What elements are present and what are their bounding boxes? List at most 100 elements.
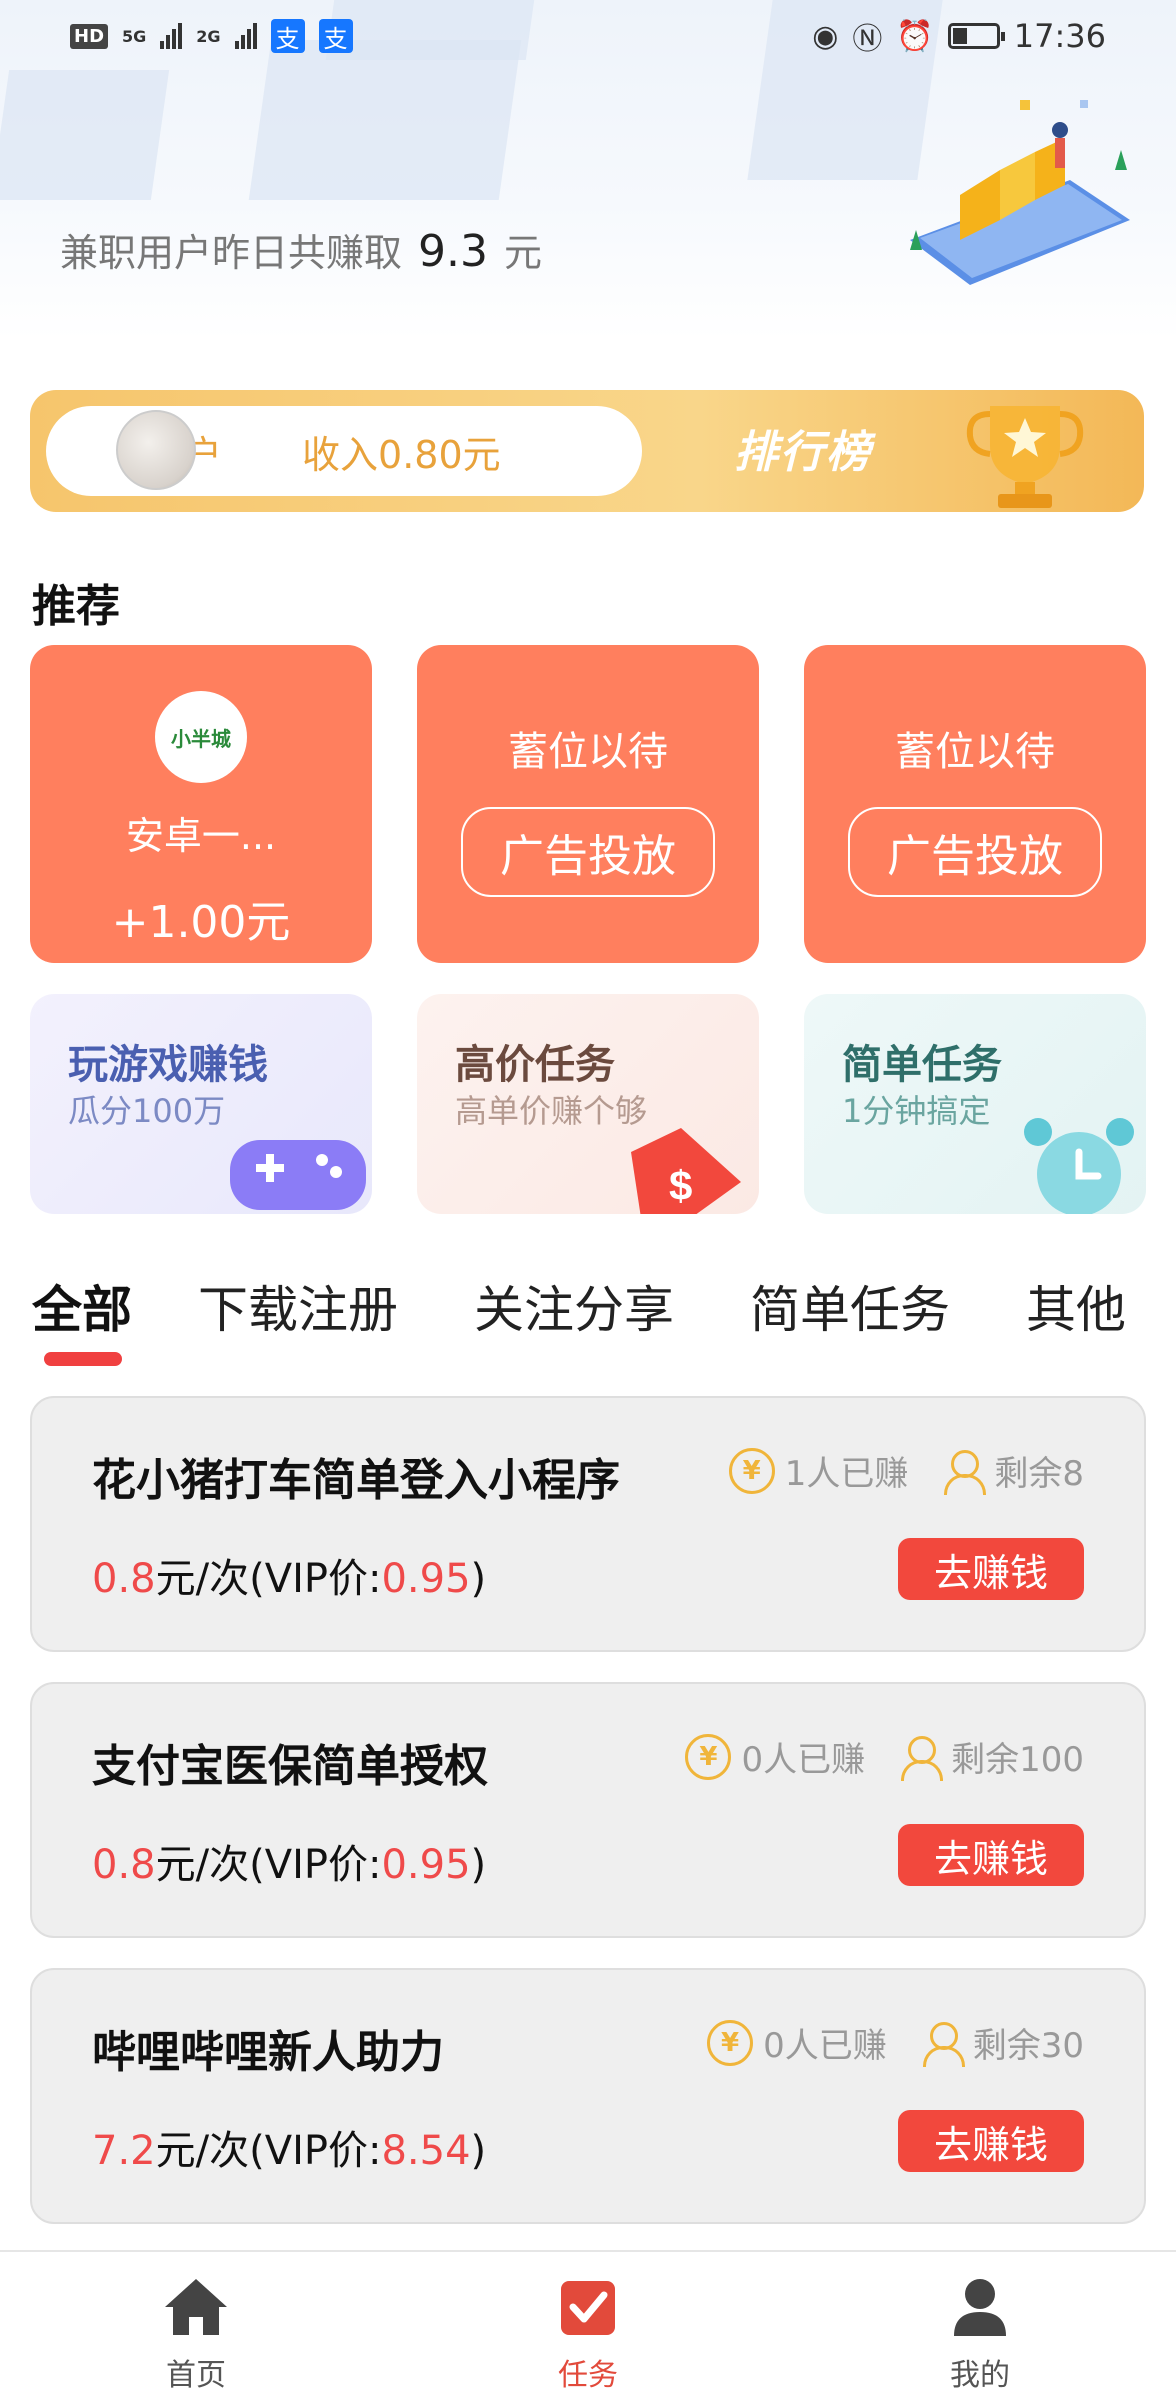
category-subtitle: 1分钟搞定 xyxy=(842,1092,991,1130)
clock-time: 17:36 xyxy=(1013,17,1106,55)
nfc-icon: Ⓝ xyxy=(852,22,883,57)
nav-home-label: 首页 xyxy=(166,2358,226,2393)
recommend-heading: 推荐 xyxy=(32,581,120,632)
nav-profile[interactable]: 我的 xyxy=(880,2270,1080,2394)
category-simple-card[interactable]: 简单任务 1分钟搞定 xyxy=(804,994,1146,1214)
phone-100-illustration xyxy=(910,100,1130,285)
nav-tasks-label: 任务 xyxy=(558,2358,618,2393)
placeholder-text: 蓄位以待 xyxy=(508,729,668,775)
category-subtitle: 高单价赚个够 xyxy=(455,1092,648,1130)
signal-icon xyxy=(160,23,183,49)
network-5g-label: 5G xyxy=(122,26,147,46)
ad-placement-button[interactable]: 广告投放 xyxy=(461,807,715,897)
yuan-coin-icon: ¥ xyxy=(707,2019,754,2066)
hd-badge: HD xyxy=(70,23,109,49)
yuan-coin-icon: ¥ xyxy=(728,1447,775,1494)
task-tabs: 全部 下载注册 关注分享 简单任务 其他 xyxy=(0,1270,1176,1370)
earn-money-button[interactable]: 去赚钱 xyxy=(898,1824,1084,1886)
task-card[interactable]: 花小猪打车简单登入小程序 ¥ 1人已赚 剩余8 0.8元/次(VIP价:0.95… xyxy=(30,1396,1146,1652)
task-title: 支付宝医保简单授权 xyxy=(92,1741,488,1792)
yesterday-earnings: 兼职用户昨日共赚取 9.3 元 xyxy=(60,222,542,277)
task-card[interactable]: 支付宝医保简单授权 ¥ 0人已赚 剩余100 0.8元/次(VIP价:0.95)… xyxy=(30,1682,1146,1938)
active-tab-indicator xyxy=(44,1352,122,1366)
recommend-reward: +1.00元 xyxy=(111,897,291,948)
price-suffix: 元/次(VIP价: xyxy=(155,1842,382,1888)
tab-all[interactable]: 全部 xyxy=(32,1270,132,1342)
task-price: 0.8元/次(VIP价:0.95) xyxy=(92,1832,486,1890)
task-stats: ¥ 0人已赚 剩余30 xyxy=(707,2018,1084,2067)
earnings-amount: 9.3 xyxy=(418,226,488,277)
vip-price-value: 0.95 xyxy=(381,1842,471,1888)
earnings-unit: 元 xyxy=(504,231,543,275)
profile-icon xyxy=(954,2279,1006,2336)
category-title: 玩游戏赚钱 xyxy=(68,1042,268,1088)
tab-download-register[interactable]: 下载注册 xyxy=(198,1270,398,1342)
category-high-price-card[interactable]: 高价任务 高单价赚个够 $ xyxy=(417,994,759,1214)
battery-icon xyxy=(947,23,1005,49)
price-close: ) xyxy=(470,1842,487,1888)
earnings-label: 兼职用户昨日共赚取 xyxy=(60,231,403,275)
category-subtitle: 瓜分100万 xyxy=(68,1092,226,1130)
alipay-notification-icon: 支 xyxy=(318,19,353,53)
price-value: 0.8 xyxy=(92,1556,156,1602)
task-stats: ¥ 0人已赚 剩余100 xyxy=(685,1732,1084,1781)
trophy-icon xyxy=(966,406,1084,508)
ad-placement-button[interactable]: 广告投放 xyxy=(848,807,1102,897)
alarm-icon: ⏰ xyxy=(896,18,934,54)
price-close: ) xyxy=(470,1556,487,1602)
app-logo: 小半城 xyxy=(155,691,247,783)
tab-follow-share[interactable]: 关注分享 xyxy=(474,1270,674,1342)
task-card[interactable]: 哔哩哔哩新人助力 ¥ 0人已赚 剩余30 7.2元/次(VIP价:8.54) 去… xyxy=(30,1968,1146,2224)
earn-money-button[interactable]: 去赚钱 xyxy=(898,2110,1084,2172)
nav-tasks[interactable]: 任务 xyxy=(488,2270,688,2394)
task-price: 7.2元/次(VIP价:8.54) xyxy=(92,2118,486,2176)
price-close: ) xyxy=(470,2128,487,2174)
task-title: 哔哩哔哩新人助力 xyxy=(92,2027,444,2078)
network-2g-label: 2G xyxy=(196,26,221,46)
yuan-coin-icon: ¥ xyxy=(685,1733,732,1780)
task-price: 0.8元/次(VIP价:0.95) xyxy=(92,1546,486,1604)
category-game-card[interactable]: 玩游戏赚钱 瓜分100万 xyxy=(30,994,372,1214)
svg-text:$: $ xyxy=(669,1162,692,1209)
recommend-card-placeholder: 蓄位以待 广告投放 xyxy=(804,645,1146,963)
alarm-clock-icon xyxy=(1024,1118,1134,1214)
earn-money-button[interactable]: 去赚钱 xyxy=(898,1538,1084,1600)
task-remaining: 剩余8 xyxy=(994,1454,1084,1494)
home-icon xyxy=(165,2279,227,2335)
recommend-app-name: 安卓一... xyxy=(125,814,277,858)
task-check-icon xyxy=(561,2281,615,2335)
recommend-card-placeholder: 蓄位以待 广告投放 xyxy=(417,645,759,963)
task-remaining: 剩余100 xyxy=(951,1740,1084,1780)
user-icon xyxy=(921,2020,965,2067)
leaderboard-banner[interactable]: 用户 收入0.80元 排行榜 xyxy=(30,390,1144,512)
signal-icon xyxy=(234,23,257,49)
task-stats: ¥ 1人已赚 剩余8 xyxy=(728,1446,1084,1495)
bottom-navigation: 首页 任务 我的 xyxy=(0,2250,1176,2400)
avatar xyxy=(116,410,196,490)
status-bar: HD 5G 2G 支 支 ◉ Ⓝ ⏰ 17:36 xyxy=(0,0,1176,72)
tab-other[interactable]: 其他 xyxy=(1026,1270,1126,1342)
vip-price-value: 0.95 xyxy=(381,1556,471,1602)
price-value: 7.2 xyxy=(92,2128,156,2174)
category-title: 简单任务 xyxy=(842,1042,1002,1088)
nav-profile-label: 我的 xyxy=(950,2358,1010,2393)
ticker-income: 收入0.80元 xyxy=(302,432,501,477)
task-earned-count: 1人已赚 xyxy=(784,1454,909,1494)
recommend-card-app[interactable]: 小半城 安卓一... +1.00元 xyxy=(30,645,372,963)
user-icon xyxy=(942,1448,987,1495)
user-icon xyxy=(899,1734,944,1781)
category-title: 高价任务 xyxy=(455,1042,615,1088)
tab-simple-tasks[interactable]: 简单任务 xyxy=(750,1270,950,1342)
task-title: 花小猪打车简单登入小程序 xyxy=(92,1455,620,1506)
price-suffix: 元/次(VIP价: xyxy=(155,1556,382,1602)
eye-icon: ◉ xyxy=(812,18,839,54)
placeholder-text: 蓄位以待 xyxy=(895,729,1055,775)
task-remaining: 剩余30 xyxy=(972,2026,1084,2066)
alipay-notification-icon: 支 xyxy=(270,19,305,53)
task-earned-count: 0人已赚 xyxy=(763,2026,887,2066)
nav-home[interactable]: 首页 xyxy=(96,2270,296,2394)
price-value: 0.8 xyxy=(92,1842,156,1888)
task-earned-count: 0人已赚 xyxy=(741,1740,866,1780)
price-tag-icon: $ xyxy=(631,1128,741,1214)
gamepad-icon xyxy=(230,1140,366,1210)
